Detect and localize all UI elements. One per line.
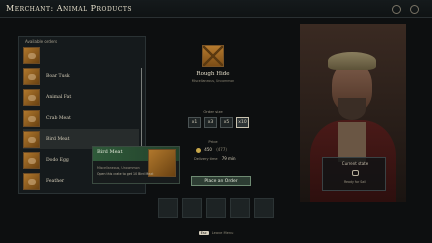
place-order-label: Place an Order <box>204 178 238 184</box>
list-item[interactable]: Crab Meat <box>23 108 139 128</box>
close-icon[interactable] <box>410 5 419 14</box>
settings-icon[interactable] <box>392 5 401 14</box>
delivery-row: Delivery time 79 min <box>194 156 236 161</box>
list-item-label: Crab Meat <box>46 115 71 121</box>
portrait-beard <box>338 98 366 120</box>
place-order-button[interactable]: Place an Order <box>191 176 251 186</box>
quantity-option[interactable]: x1 <box>188 117 201 128</box>
order-slot[interactable] <box>254 198 274 218</box>
list-item-label: Boar Tusk <box>46 73 70 79</box>
item-name: Rough Hide <box>196 71 230 77</box>
menu-header: Merchant: Animal Products <box>0 0 432 18</box>
crate-icon <box>23 109 40 127</box>
quantity-option[interactable]: x3 <box>204 117 217 128</box>
footer-hint-label: Leave Menu <box>211 231 234 235</box>
tooltip-subtitle: Miscellaneous, Uncommon <box>97 166 140 170</box>
order-list-header: Available orders <box>25 39 58 44</box>
order-slot[interactable] <box>158 198 178 218</box>
crew-status-title: Current state <box>341 161 369 166</box>
coin-icon <box>196 147 201 153</box>
list-item[interactable]: Animal Fat <box>23 87 139 107</box>
crate-icon <box>23 88 40 106</box>
list-item[interactable]: Boar Tusk <box>23 66 139 86</box>
page-title: Merchant: Animal Products <box>6 4 133 13</box>
ship-icon <box>352 170 359 176</box>
order-size-title: Order size <box>203 109 223 114</box>
crate-icon <box>23 151 40 169</box>
crate-icon <box>23 46 40 64</box>
portrait-bandana <box>328 52 376 70</box>
tooltip-description: Open this crate to get 10 Bird Meat <box>97 172 154 176</box>
esc-key-icon[interactable]: Esc <box>198 231 209 235</box>
crate-icon <box>23 130 40 148</box>
list-item-label: Bird Meat <box>46 136 70 142</box>
list-scrollbar[interactable] <box>141 68 142 152</box>
quantity-selector: x1 x3 x5 x10 <box>188 117 249 128</box>
crate-icon <box>202 45 224 67</box>
list-item-label: Feather <box>46 178 65 184</box>
delivery-label: Delivery time <box>194 157 218 161</box>
order-slot[interactable] <box>182 198 202 218</box>
price-title: Price <box>208 139 218 144</box>
item-subtitle: Miscellaneous, Uncommon <box>191 79 235 83</box>
delivery-value: 79 min <box>221 156 236 161</box>
crate-icon <box>23 67 40 85</box>
order-slots <box>158 198 274 218</box>
price-row: 450 (477) <box>196 147 227 153</box>
crew-status-text: Ready for Sail <box>343 180 367 184</box>
list-item-label: Dodo Egg <box>46 157 69 163</box>
order-slot[interactable] <box>206 198 226 218</box>
quantity-option[interactable]: x5 <box>220 117 233 128</box>
crew-status-panel: Current state Ready for Sail <box>322 157 386 191</box>
list-item-label: Animal Fat <box>46 94 72 100</box>
footer-hint: Esc Leave Menu <box>0 231 432 235</box>
quantity-option-selected[interactable]: x10 <box>236 117 249 128</box>
price-value: 450 <box>204 147 212 152</box>
order-slot[interactable] <box>230 198 250 218</box>
price-owned: (477) <box>216 147 227 152</box>
portrait-shirt <box>338 122 366 162</box>
order-detail: Rough Hide Miscellaneous, Uncommon Order… <box>150 36 298 194</box>
list-item[interactable] <box>23 45 139 65</box>
crate-icon <box>23 172 40 190</box>
